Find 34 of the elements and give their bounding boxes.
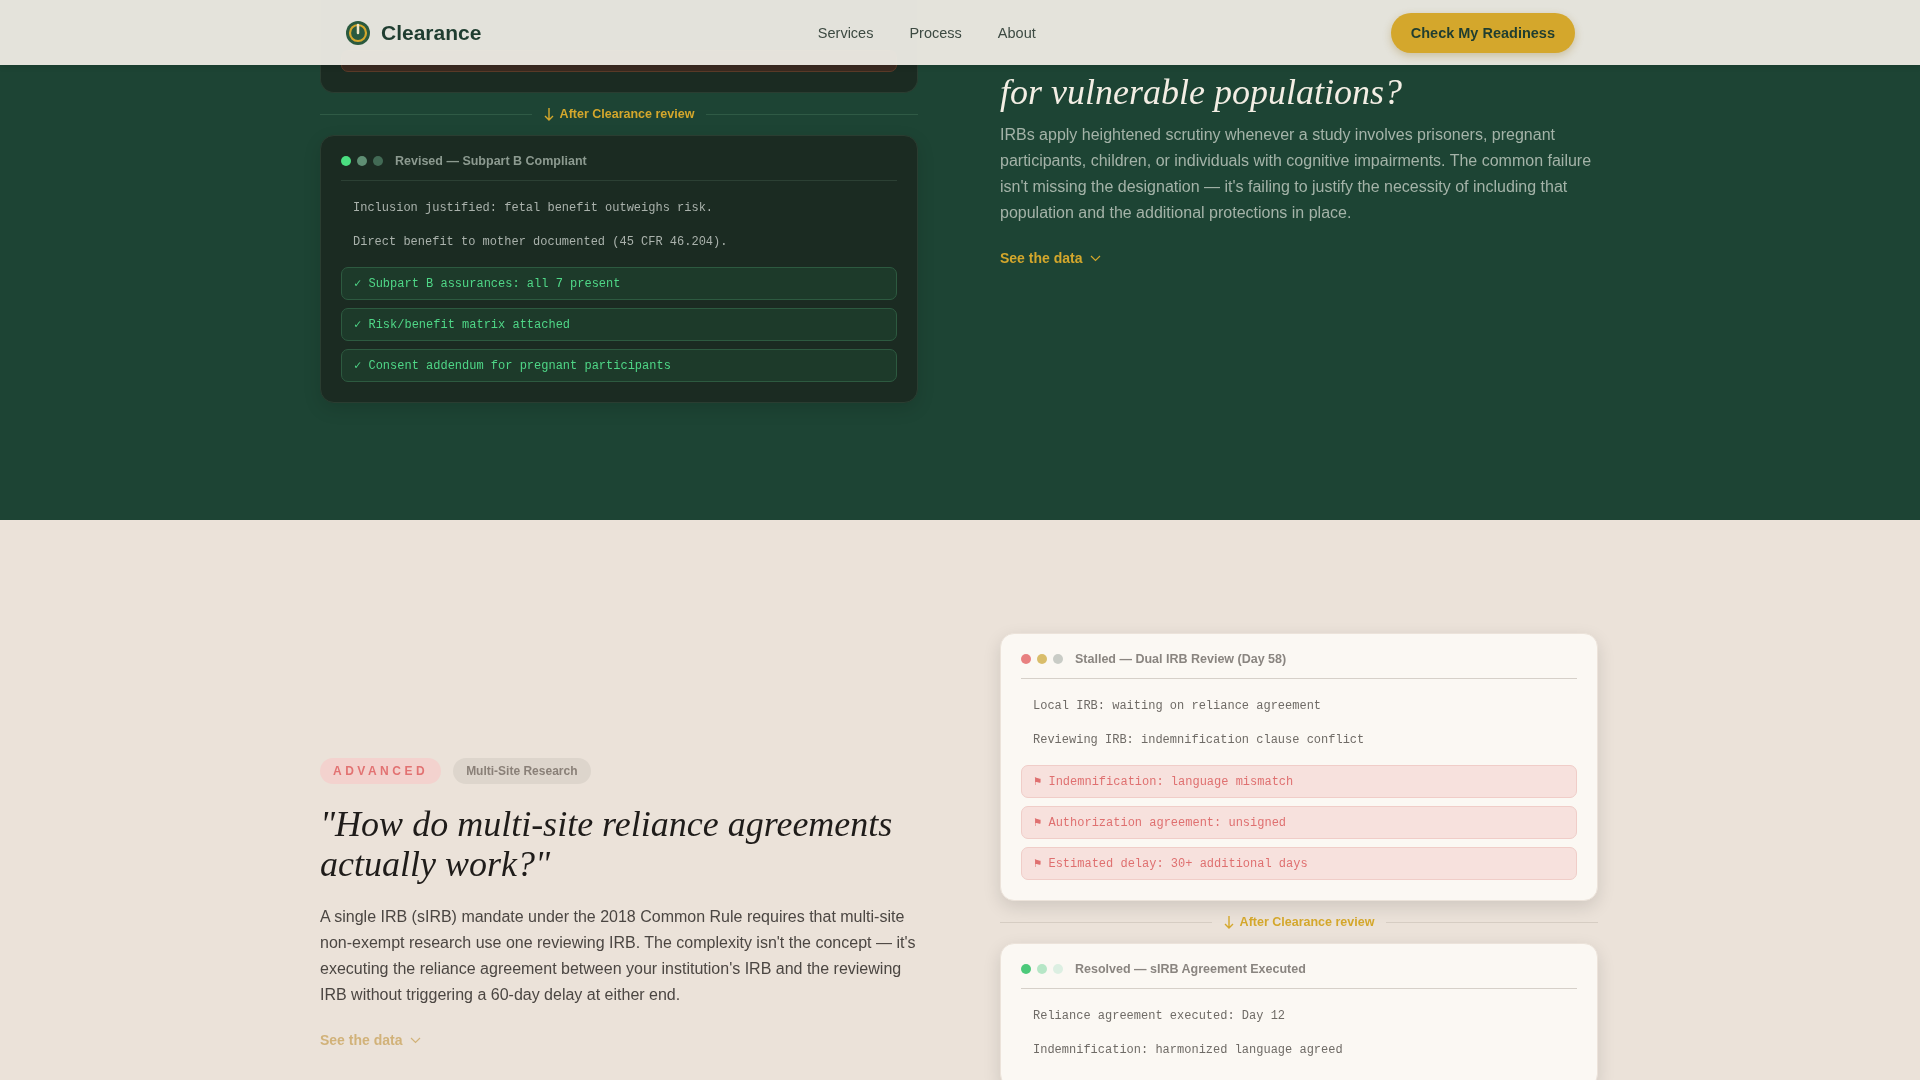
card-line: Indemnification: harmonized language agreed [1032,1042,1344,1059]
arrow-down-icon [543,107,554,121]
section-heading: "How do multi-site reliance agreements actually work?" [320,804,894,884]
card-line: Direct benefit to mother documented (45 CFR 46.204). [352,234,729,251]
check-item: ✓ Risk/benefit matrix attached [341,308,897,341]
divider-text: After Clearance review [559,107,695,121]
arrow-down-icon [1223,915,1234,929]
flag-item: ⚑ Authorization agreement: unsigned [1021,806,1577,839]
card-line: Inclusion justified: fetal benefit outweighs risk. [352,200,715,217]
card-title: Stalled — Dual IRB Review (Day 58) [1075,652,1287,666]
nav-link[interactable]: About [997,24,1036,41]
cta-button[interactable]: Check My Readiness [1390,12,1575,53]
card-line: Reliance agreement executed: Day 12 [1032,1008,1287,1025]
level-tag: ADVANCED [320,758,442,784]
card-title: Revised — Subpart B Compliant [395,154,587,168]
section-body: A single IRB (sIRB) mandate under the 2018 Common Rule requires that multi-site non-exempt research use one reviewing IRB. The complexity isn't the concept — it's executing the reliance agreement between your institution's IRB and the reviewing IRB without triggering a 60-day delay at either end. [320,907,917,1005]
nav-link[interactable]: Process [909,24,962,41]
check-item: ✓ Consent addendum for pregnant participants [341,349,897,382]
see-data-link[interactable]: See the data [1000,250,1102,266]
check-item: ✓ Subpart B assurances: all 7 present [341,267,897,300]
chevron-down-icon [1090,254,1102,262]
nav-link[interactable]: Services [817,24,874,41]
card-line: Reviewing IRB: indemnification clause conflict [1032,732,1366,749]
divider-text: After Clearance review [1239,915,1375,929]
brand-name[interactable]: Clearance [381,20,482,45]
card-line: Local IRB: waiting on reliance agreement [1032,698,1323,715]
section-body: IRBs apply heightened scrutiny whenever a study involves prisoners, pregnant participants, children, or individuals with cognitive impairments. The common failure isn't missing the designation — it's failing to justify the necessity of including that population and the additional protections in place. [1000,125,1593,223]
topic-tag: Multi-Site Research [453,758,591,784]
flag-item: ⚑ Indemnification: language mismatch [1021,765,1577,798]
flag-item: ⚑ Estimated delay: 30+ additional days [1021,847,1577,880]
chevron-down-icon [410,1036,422,1044]
card-title: Resolved — sIRB Agreement Executed [1075,962,1306,976]
logo-icon [345,19,371,46]
section-heading: for vulnerable populations? [1000,72,1403,112]
